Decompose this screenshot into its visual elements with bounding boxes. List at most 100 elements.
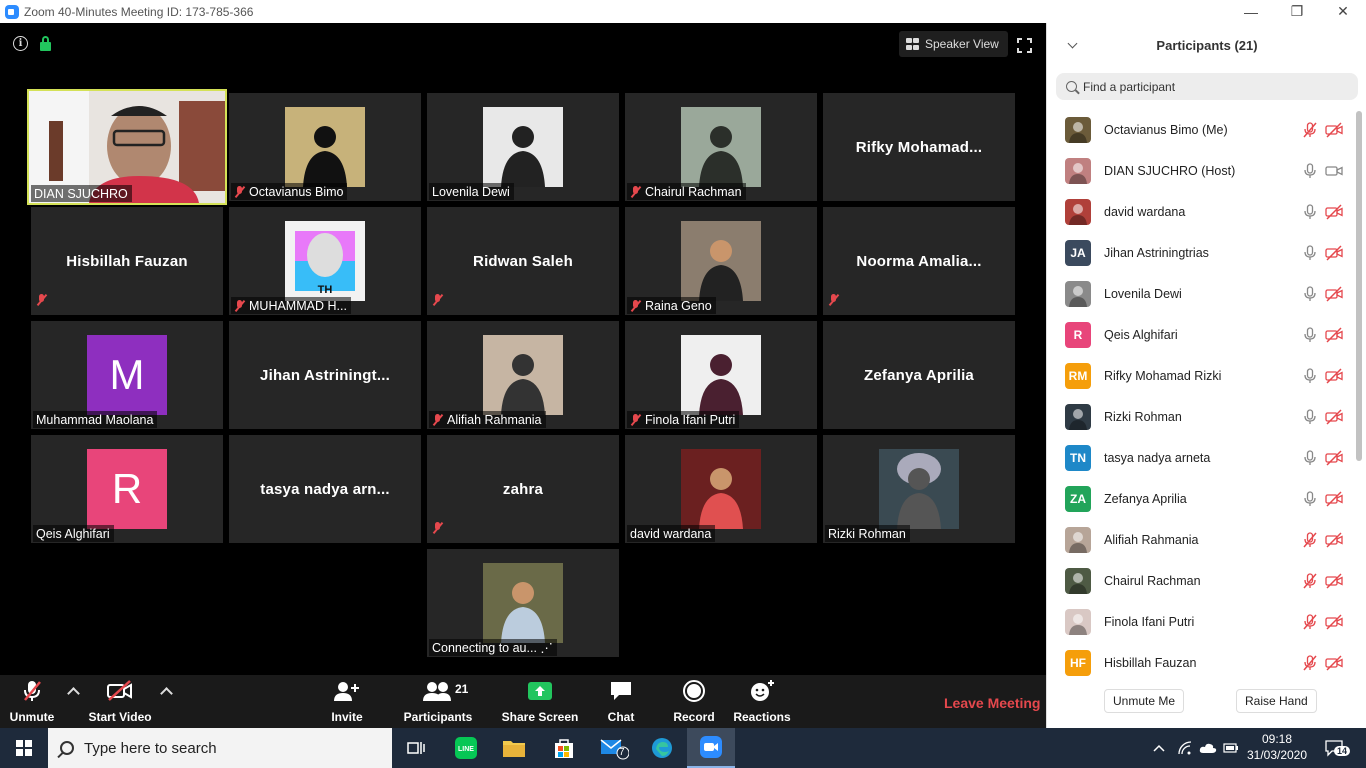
video-tile[interactable]: Zefanya Aprilia (823, 321, 1015, 429)
maximize-button[interactable]: ❐ (1274, 0, 1320, 23)
record-button[interactable]: Record (673, 675, 715, 728)
video-tile[interactable]: Connecting to au... ⋰ (427, 549, 619, 657)
start-video-button[interactable]: Start Video (88, 675, 152, 728)
participant-row[interactable]: Chairul Rachman (1047, 560, 1355, 601)
video-off-icon[interactable] (1325, 449, 1343, 466)
participant-row[interactable]: Alifiah Rahmania (1047, 519, 1355, 560)
taskbar-search[interactable] (48, 728, 392, 768)
wifi-icon[interactable] (1175, 728, 1195, 768)
encryption-lock-icon[interactable] (40, 36, 51, 51)
video-tile[interactable]: Finola Ifani Putri (625, 321, 817, 429)
video-off-icon[interactable] (1325, 531, 1343, 548)
video-tile[interactable]: R Qeis Alghifari (31, 435, 223, 543)
video-off-icon[interactable] (1325, 121, 1343, 138)
participant-row[interactable]: JA Jihan Astriningtrias (1047, 232, 1355, 273)
video-tile[interactable]: Rizki Rohman (823, 435, 1015, 543)
video-off-icon[interactable] (1325, 326, 1343, 343)
participant-row[interactable]: Octavianus Bimo (Me) (1047, 109, 1355, 150)
video-tile[interactable]: Noorma Amalia... (823, 207, 1015, 315)
video-off-icon[interactable] (1325, 572, 1343, 589)
video-tile[interactable]: DIAN SJUCHRO (27, 89, 227, 205)
mic-icon[interactable] (1303, 326, 1317, 343)
video-tile[interactable]: Hisbillah Fauzan (31, 207, 223, 315)
system-clock[interactable]: 09:18 31/03/2020 (1244, 731, 1310, 763)
video-tile[interactable]: Jihan Astriningt... (229, 321, 421, 429)
chat-button[interactable]: Chat (604, 675, 638, 728)
meeting-info-icon[interactable]: i (13, 36, 28, 51)
participant-row[interactable]: Rizki Rohman (1047, 396, 1355, 437)
muted-mic-icon[interactable] (1303, 613, 1317, 630)
video-options-chevron-icon[interactable] (160, 687, 173, 700)
mic-icon[interactable] (1303, 244, 1317, 261)
video-off-icon[interactable] (1325, 490, 1343, 507)
participant-row[interactable]: TN tasya nadya arneta (1047, 437, 1355, 478)
mic-icon[interactable] (1303, 203, 1317, 220)
fullscreen-icon[interactable] (1017, 38, 1032, 53)
minimize-button[interactable]: — (1228, 0, 1274, 23)
battery-icon[interactable] (1221, 728, 1241, 768)
participant-search[interactable] (1056, 73, 1358, 100)
muted-mic-icon[interactable] (1303, 121, 1317, 138)
participant-row[interactable]: Lovenila Dewi (1047, 273, 1355, 314)
store-icon[interactable] (540, 728, 588, 768)
leave-meeting-button[interactable]: Leave Meeting (944, 695, 1040, 711)
raise-hand-button[interactable]: Raise Hand (1236, 689, 1317, 713)
start-button[interactable] (0, 728, 48, 768)
participant-row[interactable]: Finola Ifani Putri (1047, 601, 1355, 642)
video-off-icon[interactable] (1325, 203, 1343, 220)
mic-icon[interactable] (1303, 408, 1317, 425)
unmute-button[interactable]: Unmute (8, 675, 56, 728)
participant-row[interactable]: ZA Zefanya Aprilia (1047, 478, 1355, 519)
speaker-view-button[interactable]: Speaker View (899, 31, 1008, 57)
zoom-app-icon[interactable] (687, 728, 735, 768)
video-off-icon[interactable] (1325, 408, 1343, 425)
participant-search-input[interactable] (1083, 79, 1343, 94)
video-icon[interactable] (1325, 163, 1343, 179)
video-off-icon[interactable] (1325, 244, 1343, 261)
notifications-icon[interactable]: 14 (1320, 728, 1351, 768)
video-tile[interactable]: Octavianus Bimo (229, 93, 421, 201)
edge-browser-icon[interactable] (638, 728, 686, 768)
video-tile[interactable]: tasya nadya arn... (229, 435, 421, 543)
video-tile[interactable]: Ridwan Saleh (427, 207, 619, 315)
tray-chevron-up-icon[interactable] (1150, 728, 1168, 768)
mic-icon[interactable] (1303, 285, 1317, 302)
video-off-icon[interactable] (1325, 285, 1343, 302)
video-tile[interactable]: Alifiah Rahmania (427, 321, 619, 429)
share-screen-button[interactable]: Share Screen (502, 675, 578, 728)
onedrive-cloud-icon[interactable] (1198, 728, 1218, 768)
video-tile[interactable]: Rifky Mohamad... (823, 93, 1015, 201)
unmute-me-button[interactable]: Unmute Me (1104, 689, 1185, 713)
video-tile[interactable]: Raina Geno (625, 207, 817, 315)
mic-icon[interactable] (1303, 449, 1317, 466)
invite-button[interactable]: Invite (326, 675, 368, 728)
participant-row[interactable]: R Qeis Alghifari (1047, 314, 1355, 355)
video-off-icon[interactable] (1325, 367, 1343, 384)
mic-icon[interactable] (1303, 162, 1317, 179)
participant-row[interactable]: david wardana (1047, 191, 1355, 232)
video-off-icon[interactable] (1325, 654, 1343, 671)
video-tile[interactable]: Chairul Rachman (625, 93, 817, 201)
mic-icon[interactable] (1303, 367, 1317, 384)
task-view-icon[interactable] (392, 728, 440, 768)
close-button[interactable]: ✕ (1320, 0, 1366, 23)
muted-mic-icon[interactable] (1303, 572, 1317, 589)
participant-list-scrollbar[interactable] (1356, 109, 1362, 677)
video-tile[interactable]: Lovenila Dewi (427, 93, 619, 201)
video-tile[interactable]: david wardana (625, 435, 817, 543)
video-tile[interactable]: M Muhammad Maolana (31, 321, 223, 429)
participant-row[interactable]: DIAN SJUCHRO (Host) (1047, 150, 1355, 191)
muted-mic-icon[interactable] (1303, 654, 1317, 671)
video-tile[interactable]: TH MUHAMMAD H... (229, 207, 421, 315)
line-app-icon[interactable]: LINE (442, 728, 490, 768)
participant-row[interactable]: RM Rifky Mohamad Rizki (1047, 355, 1355, 396)
participant-row[interactable]: HF Hisbillah Fauzan (1047, 642, 1355, 677)
audio-options-chevron-icon[interactable] (67, 687, 80, 700)
reactions-button[interactable]: Reactions (733, 675, 791, 728)
mic-icon[interactable] (1303, 490, 1317, 507)
file-explorer-icon[interactable] (490, 728, 538, 768)
video-tile[interactable]: zahra (427, 435, 619, 543)
muted-mic-icon[interactable] (1303, 531, 1317, 548)
mail-icon[interactable]: 7 (590, 728, 638, 768)
video-off-icon[interactable] (1325, 613, 1343, 630)
